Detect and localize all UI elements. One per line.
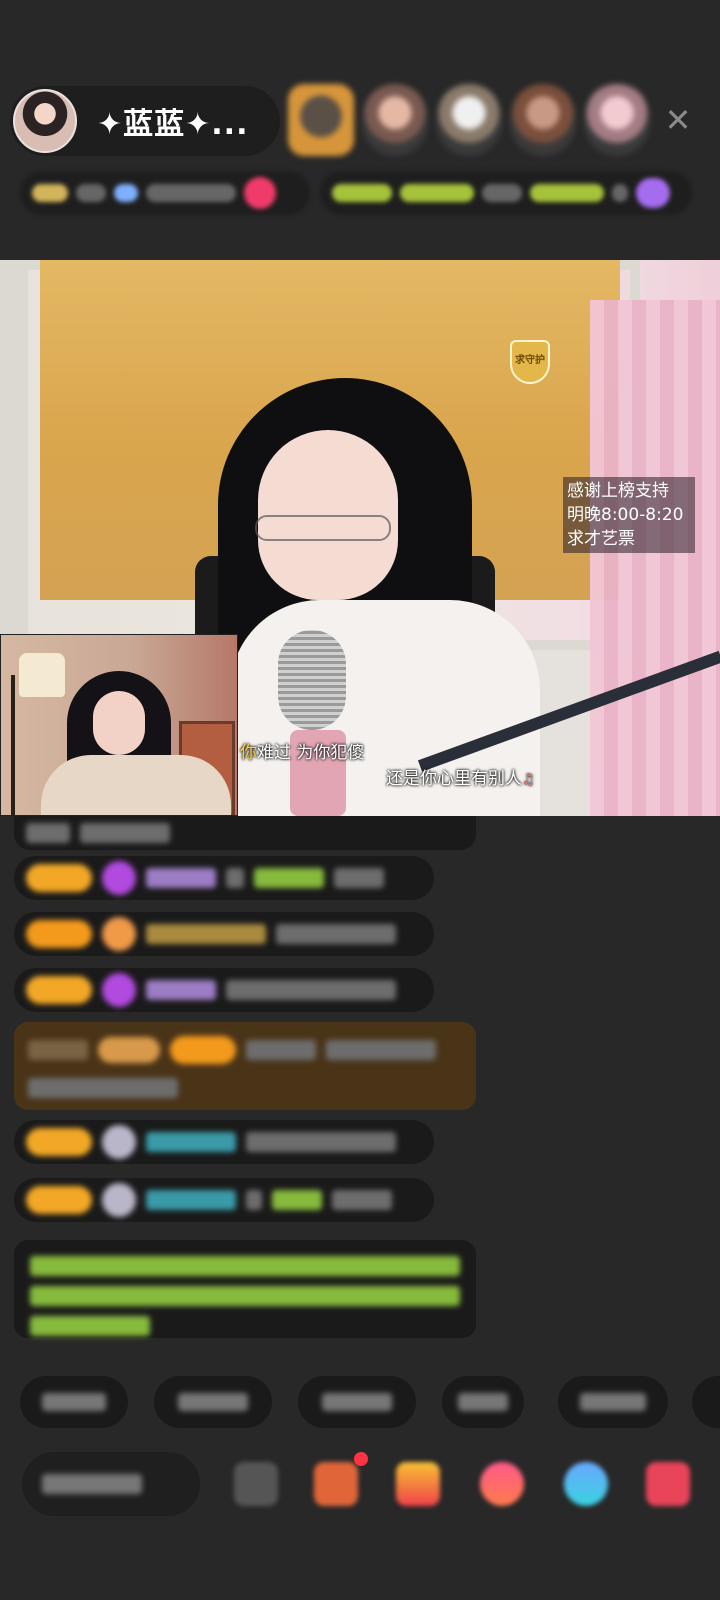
lyric-accent-char: 你 — [240, 743, 257, 763]
game-icon[interactable] — [480, 1462, 524, 1506]
lyric-line-2: 还是你心里有别人♫ — [386, 764, 535, 789]
level-badge — [26, 864, 92, 892]
glasses — [255, 515, 391, 541]
host-name[interactable]: ✦蓝蓝✦... — [97, 99, 248, 143]
live-video-stream[interactable]: 求守护 感谢上榜支持 明晚8:00-8:20 求才艺票 你难过 为你犯傻 还是你… — [0, 260, 720, 816]
quick-reply-chip[interactable] — [20, 1376, 128, 1428]
quick-reply-chip[interactable] — [442, 1376, 524, 1428]
notification-dot — [354, 1452, 368, 1466]
lamp — [19, 653, 65, 697]
gem-icon — [102, 861, 136, 895]
hand-icon — [102, 917, 136, 951]
lyric-line-1: 你难过 为你犯傻 — [240, 743, 365, 763]
guard-badge[interactable]: 求守护 — [510, 340, 550, 384]
room-stats-chip[interactable] — [20, 171, 310, 215]
gift-box-icon[interactable] — [646, 1462, 690, 1506]
note-line: 求才艺票 — [567, 529, 635, 549]
top-viewers-list — [288, 84, 650, 156]
gift-icon[interactable] — [396, 1462, 440, 1506]
co-host-pip-video[interactable] — [0, 634, 238, 816]
more-icon[interactable] — [564, 1462, 608, 1506]
system-notice-message[interactable] — [14, 1240, 476, 1338]
curtain — [590, 300, 720, 816]
lyric-text: 还是你心里有别人 — [386, 769, 522, 789]
emoji-icon[interactable] — [234, 1462, 278, 1506]
quick-reply-chip[interactable] — [558, 1376, 668, 1428]
quick-reply-bar — [0, 1376, 720, 1430]
close-icon[interactable]: ✕ — [660, 102, 696, 138]
streamer-note: 感谢上榜支持 明晚8:00-8:20 求才艺票 — [563, 477, 695, 553]
share-icon[interactable] — [314, 1462, 358, 1506]
co-host-face — [93, 691, 145, 755]
bottom-toolbar — [0, 1452, 720, 1528]
note-line: 感谢上榜支持 — [567, 481, 669, 501]
quick-reply-chip[interactable] — [154, 1376, 272, 1428]
chat-message[interactable] — [14, 912, 434, 956]
user-avatar — [102, 1183, 136, 1217]
chat-message[interactable] — [14, 816, 476, 850]
level-badge — [26, 976, 92, 1004]
viewer-avatar[interactable] — [362, 84, 428, 156]
level-badge — [26, 1128, 92, 1156]
user-avatar — [102, 1125, 136, 1159]
host-avatar[interactable] — [13, 89, 77, 153]
chat-message[interactable] — [14, 968, 434, 1012]
room-tags-chip[interactable] — [320, 171, 692, 215]
host-info-pill[interactable]: ✦蓝蓝✦... — [10, 86, 280, 156]
viewer-avatar[interactable] — [436, 84, 502, 156]
co-host-coat — [41, 755, 231, 815]
highlight-chat-message[interactable] — [14, 1022, 476, 1110]
level-badge — [26, 920, 92, 948]
chat-message[interactable] — [14, 856, 434, 900]
viewer-avatar[interactable] — [584, 84, 650, 156]
chat-list[interactable] — [0, 816, 720, 1356]
quick-reply-chip[interactable] — [298, 1376, 416, 1428]
lamp-pole — [11, 675, 15, 815]
viewer-avatar[interactable] — [510, 84, 576, 156]
gem-icon — [102, 973, 136, 1007]
chat-input[interactable] — [22, 1452, 200, 1516]
viewer-avatar[interactable] — [288, 84, 354, 156]
chat-message[interactable] — [14, 1178, 434, 1222]
music-note-icon: ♫ — [522, 772, 535, 788]
level-badge — [26, 1186, 92, 1214]
microphone — [278, 630, 346, 730]
quick-reply-chip[interactable] — [692, 1376, 720, 1428]
chat-message[interactable] — [14, 1120, 434, 1164]
note-line: 明晚8:00-8:20 — [567, 505, 684, 525]
room-info-row — [20, 168, 710, 218]
